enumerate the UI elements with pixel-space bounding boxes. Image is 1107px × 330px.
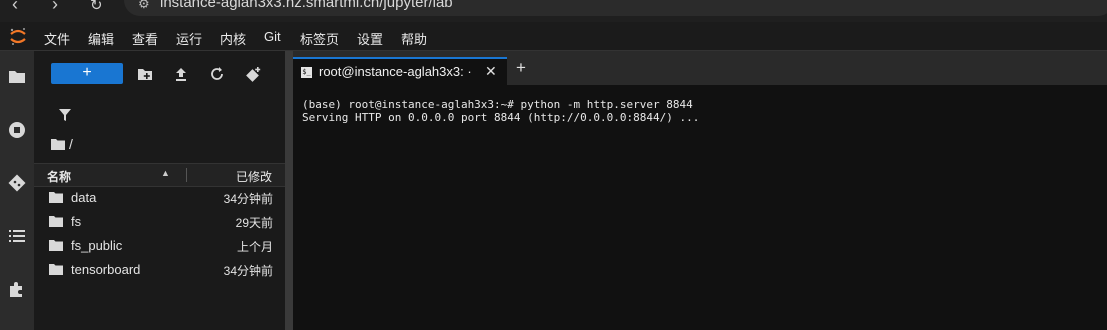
terminal-area[interactable]: (base) root@instance-aglah3x3:~# python … [293,85,1107,330]
menu-help[interactable]: 帮助 [401,29,427,48]
browser-toolbar: ‹ › ↻ ⚙ instance-aglah3x3.hz.smartml.cn/… [0,0,1107,22]
menu-run[interactable]: 运行 [176,29,202,48]
folder-icon [49,264,63,275]
file-name: fs_public [71,238,123,253]
terminal-line: (base) root@instance-aglah3x3:~# python … [302,98,693,111]
tab-bar: $_ root@instance-aglah3x3: · ✕ + [293,51,1107,85]
menu-edit[interactable]: 编辑 [88,29,114,48]
git-icon[interactable] [8,174,26,192]
menu-view[interactable]: 查看 [132,29,158,48]
folder-icon [49,192,63,203]
site-info-icon[interactable]: ⚙ [138,0,150,12]
activity-bar [0,51,34,330]
extension-manager-icon[interactable] [8,280,26,298]
folder-icon[interactable] [8,68,26,86]
file-modified: 34分钟前 [223,192,273,206]
folder-icon [49,240,63,251]
address-text[interactable]: instance-aglah3x3.hz.smartml.cn/jupyter/… [160,0,453,11]
filter-icon[interactable] [58,108,72,122]
file-row[interactable]: tensorboard 34分钟前 [34,258,285,282]
back-icon[interactable]: ‹ [12,0,18,15]
file-row[interactable]: fs_public 上个月 [34,234,285,258]
home-folder-icon[interactable] [51,138,65,150]
file-browser-panel: + / 名称 ▲ 已修改 data 34分钟前 fs 29天前 fs_publi… [34,51,285,330]
folder-icon [49,216,63,227]
breadcrumb-root[interactable]: / [69,136,73,152]
file-row[interactable]: fs 29天前 [34,210,285,234]
jupyter-logo-icon [10,28,26,45]
column-divider[interactable] [186,168,187,182]
git-clone-icon[interactable] [245,66,261,82]
column-modified[interactable]: 已修改 [236,168,272,185]
panel-splitter[interactable] [285,51,293,330]
menu-git[interactable]: Git [264,29,281,44]
tab-terminal[interactable]: $_ root@instance-aglah3x3: · ✕ [293,57,507,85]
new-folder-icon[interactable] [137,66,153,82]
file-row[interactable]: data 34分钟前 [34,186,285,210]
new-launcher-button[interactable]: + [51,63,123,84]
add-tab-button[interactable]: + [509,57,533,81]
running-sessions-icon[interactable] [8,121,26,139]
menu-kernel[interactable]: 内核 [220,29,246,48]
menu-bar: 文件 编辑 查看 运行 内核 Git 标签页 设置 帮助 [0,22,1107,50]
menu-file[interactable]: 文件 [44,29,70,48]
terminal-line: Serving HTTP on 0.0.0.0 port 8844 (http:… [302,111,700,124]
file-name: fs [71,214,82,229]
menu-tabs[interactable]: 标签页 [300,29,339,48]
file-name: data [71,190,97,205]
terminal-icon: $_ [301,67,312,78]
table-of-contents-icon[interactable] [8,227,26,245]
tab-label: root@instance-aglah3x3: · [319,64,472,79]
file-modified: 上个月 [236,240,273,254]
file-name: tensorboard [71,262,141,277]
file-modified: 34分钟前 [223,264,273,278]
close-icon[interactable]: ✕ [485,63,497,80]
column-name[interactable]: 名称 [47,168,71,185]
upload-icon[interactable] [173,66,189,82]
forward-icon[interactable]: › [52,0,58,15]
file-list-header: 名称 ▲ 已修改 [34,163,285,187]
reload-icon[interactable]: ↻ [90,0,103,14]
menu-settings[interactable]: 设置 [357,29,383,48]
sort-ascending-icon[interactable]: ▲ [161,168,170,178]
file-modified: 29天前 [235,216,273,230]
refresh-icon[interactable] [209,66,225,82]
